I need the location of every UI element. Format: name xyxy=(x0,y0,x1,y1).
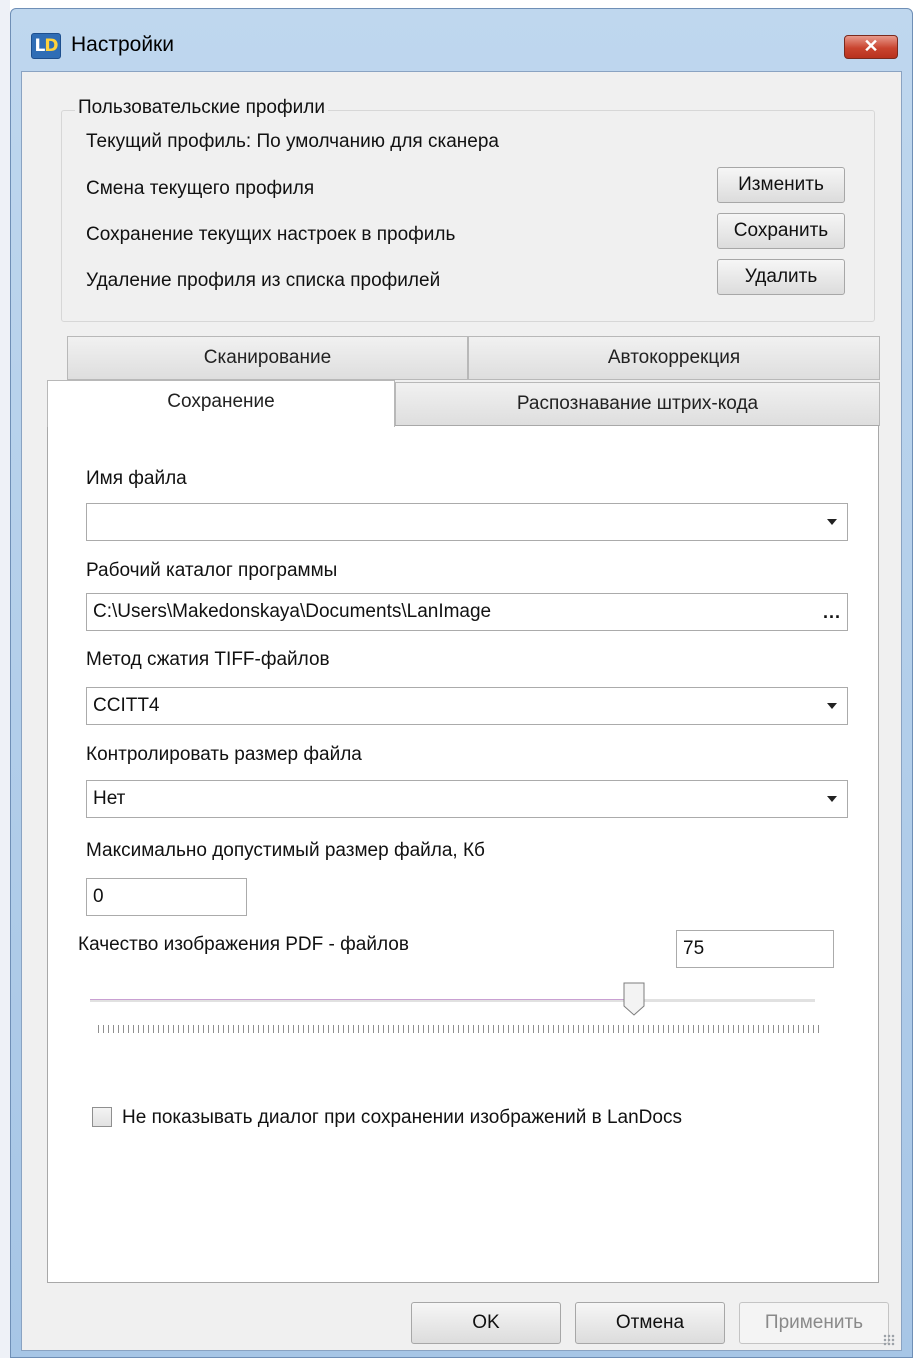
ok-button[interactable]: OK xyxy=(411,1302,561,1344)
tiff-compression-select[interactable]: CCITT4 xyxy=(86,687,848,725)
delete-profile-label: Удаление профиля из списка профилей xyxy=(86,270,441,291)
window-title: Настройки xyxy=(71,33,174,56)
desktop-background xyxy=(0,0,10,1358)
close-button[interactable]: ✕ xyxy=(844,35,898,59)
change-profile-label: Смена текущего профиля xyxy=(86,178,315,199)
pdf-quality-slider-thumb[interactable] xyxy=(623,982,645,1016)
user-profiles-legend: Пользовательские профили xyxy=(75,97,328,119)
resize-grip-icon[interactable] xyxy=(883,1334,895,1346)
max-size-value: 0 xyxy=(93,886,104,907)
user-profiles-group: Пользовательские профили Текущий профиль… xyxy=(61,97,875,322)
tab-scanning[interactable]: Сканирование xyxy=(67,336,468,380)
browse-icon[interactable]: ... xyxy=(823,594,841,630)
cancel-button[interactable]: Отмена xyxy=(575,1302,725,1344)
chevron-down-icon[interactable] xyxy=(827,703,837,709)
chevron-down-icon[interactable] xyxy=(827,796,837,802)
dialog-client-area: Пользовательские профили Текущий профиль… xyxy=(21,71,902,1351)
chevron-down-icon[interactable] xyxy=(827,519,837,525)
save-profile-button[interactable]: Сохранить xyxy=(717,213,845,249)
change-profile-button[interactable]: Изменить xyxy=(717,167,845,203)
pdf-quality-slider-track[interactable] xyxy=(90,999,815,1002)
tiff-compression-label: Метод сжатия TIFF-файлов xyxy=(86,649,330,670)
tab-saving[interactable]: Сохранение xyxy=(47,380,395,427)
workdir-value: C:\Users\Makedonskaya\Documents\LanImage xyxy=(93,601,492,622)
max-size-input[interactable]: 0 xyxy=(86,878,247,916)
max-size-label: Максимально допустимый размер файла, Кб xyxy=(86,840,485,861)
dont-show-dialog-label[interactable]: Не показывать диалог при сохранении изоб… xyxy=(122,1107,682,1129)
delete-profile-button[interactable]: Удалить xyxy=(717,259,845,295)
tab-barcode-recognition[interactable]: Распознавание штрих-кода xyxy=(395,382,880,426)
apply-button[interactable]: Применить xyxy=(739,1302,889,1344)
pdf-quality-input[interactable]: 75 xyxy=(676,930,834,968)
filename-label: Имя файла xyxy=(86,468,187,489)
save-profile-label: Сохранение текущих настроек в профиль xyxy=(86,224,456,245)
pdf-quality-slider-ticks xyxy=(98,1025,823,1033)
saving-tab-panel: Имя файла Рабочий каталог программы C:\U… xyxy=(47,425,879,1283)
close-icon: ✕ xyxy=(863,36,879,56)
workdir-label: Рабочий каталог программы xyxy=(86,560,338,581)
tiff-compression-value: CCITT4 xyxy=(93,695,160,716)
title-bar[interactable]: LD Настройки ✕ xyxy=(11,9,912,71)
workdir-field[interactable]: C:\Users\Makedonskaya\Documents\LanImage… xyxy=(86,593,848,631)
pdf-quality-value: 75 xyxy=(683,938,705,959)
settings-dialog: LD Настройки ✕ Пользовательские профили … xyxy=(10,8,913,1358)
size-control-select[interactable]: Нет xyxy=(86,780,848,818)
pdf-quality-slider-fill xyxy=(90,999,634,1000)
size-control-label: Контролировать размер файла xyxy=(86,744,362,765)
size-control-value: Нет xyxy=(93,788,126,809)
pdf-quality-label: Качество изображения PDF - файлов xyxy=(78,934,409,955)
slider-thumb-icon xyxy=(623,982,645,1016)
tab-autocorrection[interactable]: Автокоррекция xyxy=(468,336,880,380)
filename-combobox[interactable] xyxy=(86,503,848,541)
current-profile-text: Текущий профиль: По умолчанию для сканер… xyxy=(86,131,499,152)
landocs-app-icon: LD xyxy=(31,33,61,59)
dont-show-dialog-checkbox[interactable] xyxy=(92,1107,112,1127)
